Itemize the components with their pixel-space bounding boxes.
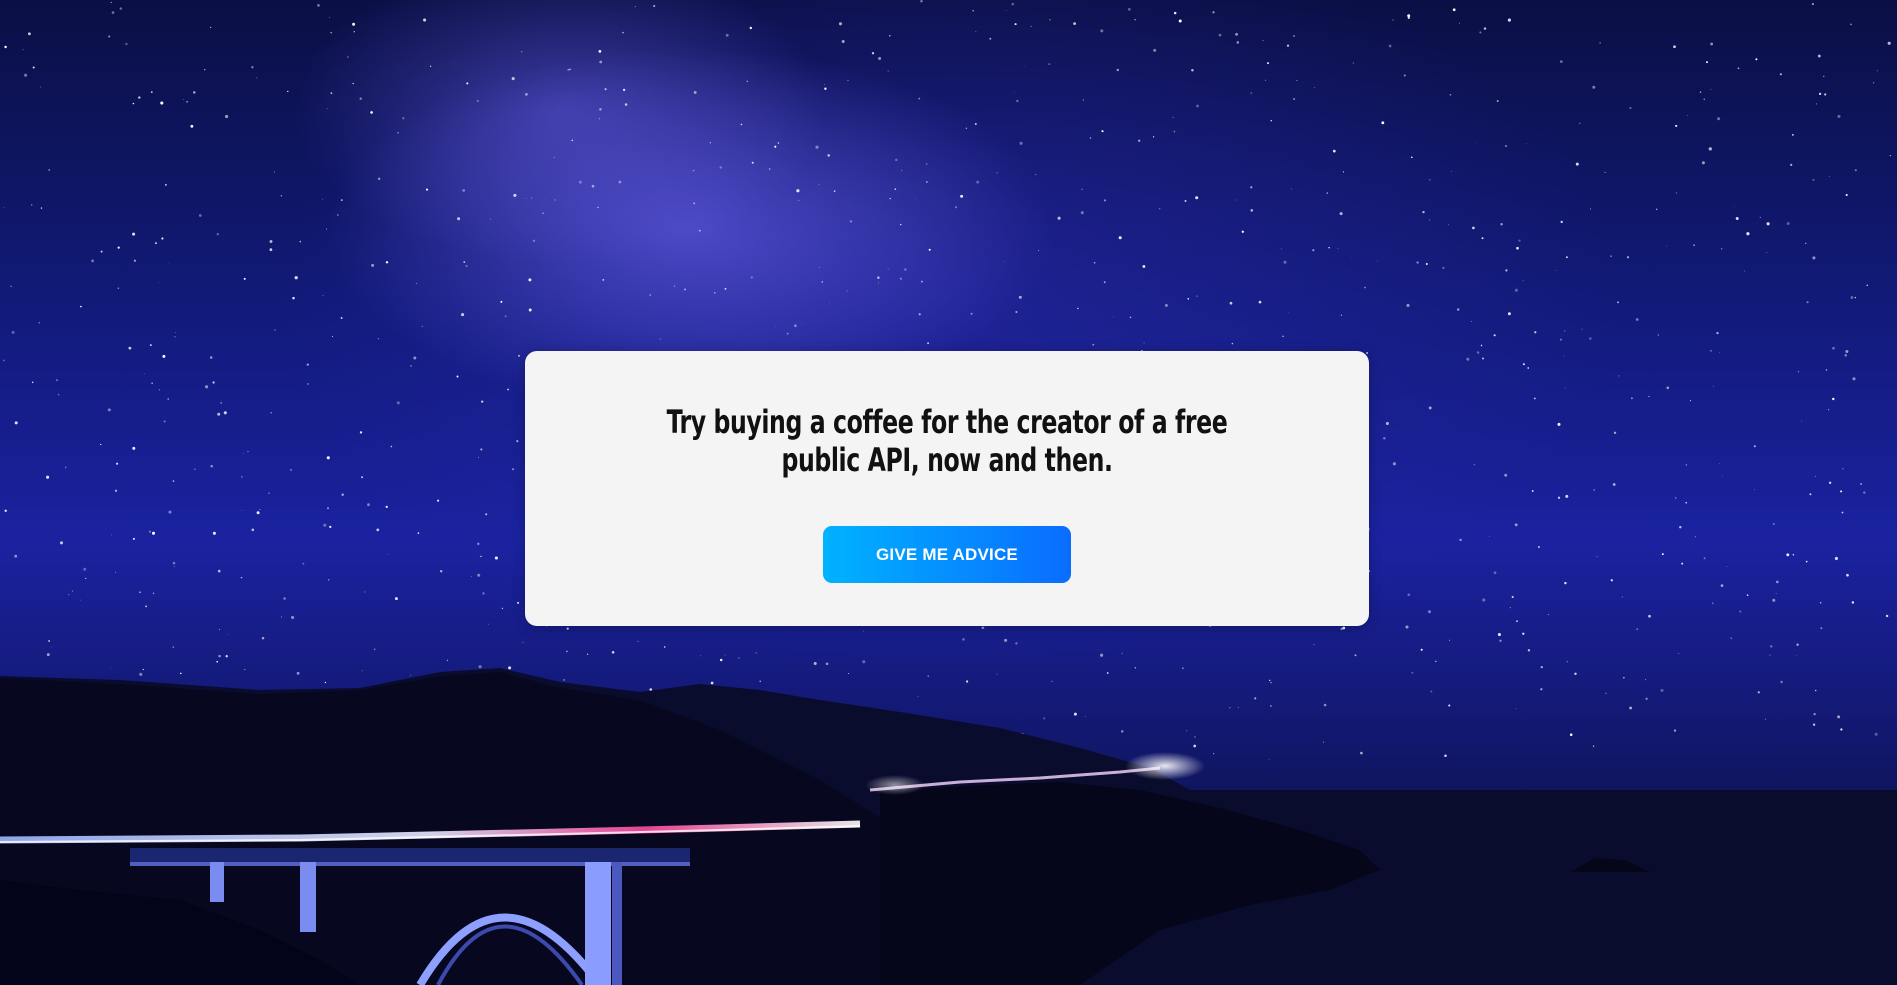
advice-card: Try buying a coffee for the creator of a… <box>525 351 1369 626</box>
give-me-advice-button[interactable]: GIVE ME ADVICE <box>823 526 1071 583</box>
advice-text: Try buying a coffee for the creator of a… <box>666 403 1228 479</box>
